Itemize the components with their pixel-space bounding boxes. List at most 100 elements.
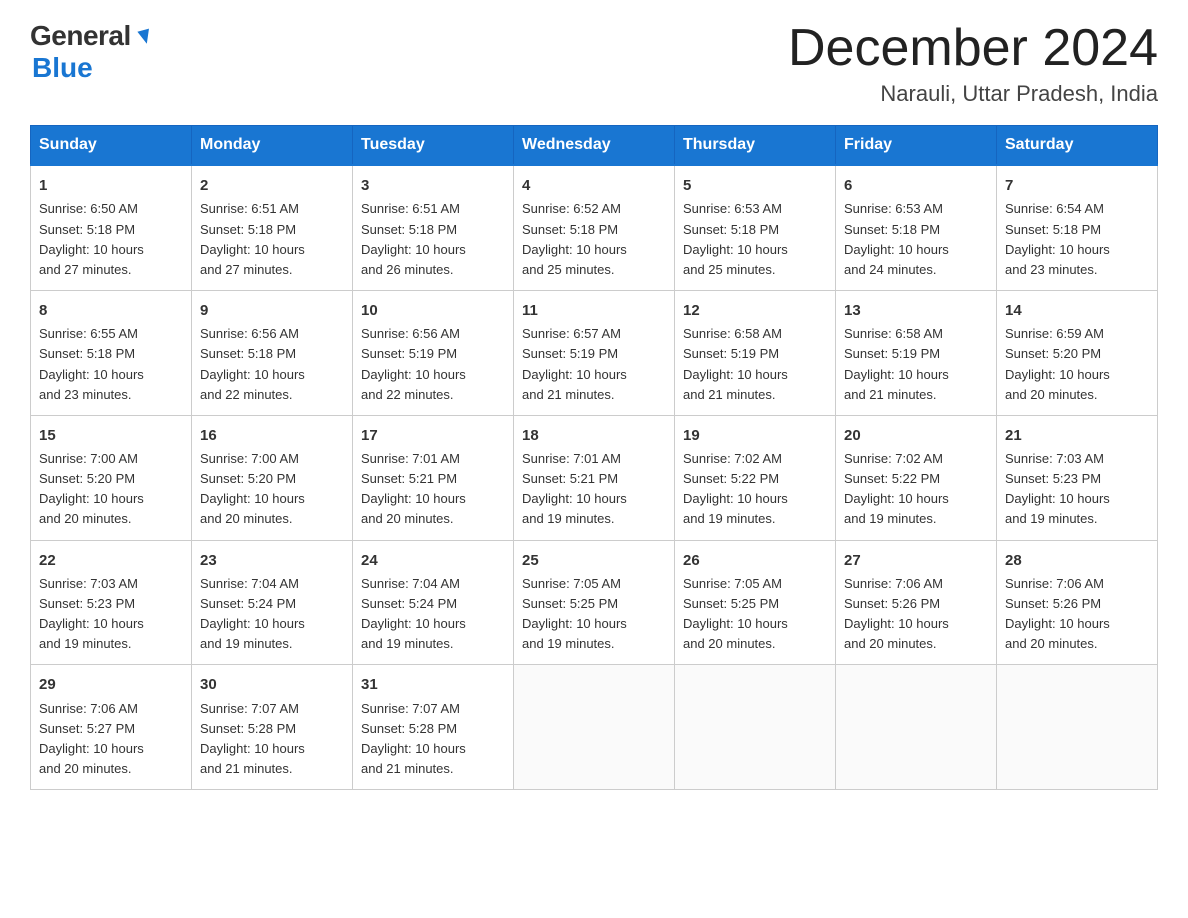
logo-triangle-icon [133,26,155,48]
daylight-minutes: and 20 minutes. [844,636,937,651]
col-wednesday: Wednesday [514,126,675,166]
day-number: 21 [1005,424,1149,447]
calendar-cell: 24 Sunrise: 7:04 AM Sunset: 5:24 PM Dayl… [353,540,514,665]
calendar-week-row: 8 Sunrise: 6:55 AM Sunset: 5:18 PM Dayli… [31,291,1158,416]
sunrise-label: Sunrise: 7:04 AM [361,576,460,591]
sunrise-label: Sunrise: 6:55 AM [39,326,138,341]
sunset-label: Sunset: 5:21 PM [522,471,618,486]
daylight-label: Daylight: 10 hours [522,367,627,382]
daylight-minutes: and 20 minutes. [39,761,132,776]
calendar-week-row: 29 Sunrise: 7:06 AM Sunset: 5:27 PM Dayl… [31,665,1158,790]
calendar-cell: 22 Sunrise: 7:03 AM Sunset: 5:23 PM Dayl… [31,540,192,665]
daylight-minutes: and 19 minutes. [844,511,937,526]
day-number: 2 [200,174,344,197]
col-saturday: Saturday [997,126,1158,166]
sunrise-label: Sunrise: 7:07 AM [200,701,299,716]
calendar-cell: 30 Sunrise: 7:07 AM Sunset: 5:28 PM Dayl… [192,665,353,790]
sunrise-label: Sunrise: 7:05 AM [522,576,621,591]
calendar-cell: 26 Sunrise: 7:05 AM Sunset: 5:25 PM Dayl… [675,540,836,665]
daylight-minutes: and 20 minutes. [361,511,454,526]
sunrise-label: Sunrise: 7:03 AM [1005,451,1104,466]
daylight-minutes: and 20 minutes. [39,511,132,526]
calendar-cell [675,665,836,790]
col-monday: Monday [192,126,353,166]
daylight-label: Daylight: 10 hours [39,242,144,257]
daylight-label: Daylight: 10 hours [361,616,466,631]
daylight-label: Daylight: 10 hours [1005,616,1110,631]
sunset-label: Sunset: 5:18 PM [361,222,457,237]
month-title: December 2024 [788,20,1158,77]
sunset-label: Sunset: 5:28 PM [361,721,457,736]
daylight-label: Daylight: 10 hours [361,242,466,257]
daylight-label: Daylight: 10 hours [522,491,627,506]
day-number: 22 [39,549,183,572]
sunset-label: Sunset: 5:20 PM [1005,346,1101,361]
sunrise-label: Sunrise: 7:00 AM [39,451,138,466]
calendar-cell: 14 Sunrise: 6:59 AM Sunset: 5:20 PM Dayl… [997,291,1158,416]
daylight-label: Daylight: 10 hours [361,491,466,506]
calendar-cell: 31 Sunrise: 7:07 AM Sunset: 5:28 PM Dayl… [353,665,514,790]
sunrise-label: Sunrise: 6:51 AM [361,201,460,216]
sunset-label: Sunset: 5:24 PM [200,596,296,611]
sunrise-label: Sunrise: 7:00 AM [200,451,299,466]
page-header: General Blue December 2024 Narauli, Utta… [30,20,1158,107]
calendar-cell: 25 Sunrise: 7:05 AM Sunset: 5:25 PM Dayl… [514,540,675,665]
day-number: 18 [522,424,666,447]
day-number: 12 [683,299,827,322]
daylight-label: Daylight: 10 hours [683,242,788,257]
daylight-minutes: and 20 minutes. [683,636,776,651]
day-number: 8 [39,299,183,322]
daylight-minutes: and 21 minutes. [361,761,454,776]
daylight-label: Daylight: 10 hours [39,367,144,382]
sunset-label: Sunset: 5:24 PM [361,596,457,611]
calendar-cell: 5 Sunrise: 6:53 AM Sunset: 5:18 PM Dayli… [675,165,836,290]
calendar-cell [997,665,1158,790]
col-friday: Friday [836,126,997,166]
day-number: 1 [39,174,183,197]
calendar-cell: 29 Sunrise: 7:06 AM Sunset: 5:27 PM Dayl… [31,665,192,790]
calendar-cell: 9 Sunrise: 6:56 AM Sunset: 5:18 PM Dayli… [192,291,353,416]
day-number: 31 [361,673,505,696]
daylight-minutes: and 21 minutes. [522,387,615,402]
calendar-table: Sunday Monday Tuesday Wednesday Thursday… [30,125,1158,790]
day-number: 24 [361,549,505,572]
sunset-label: Sunset: 5:19 PM [844,346,940,361]
calendar-cell: 15 Sunrise: 7:00 AM Sunset: 5:20 PM Dayl… [31,415,192,540]
sunrise-label: Sunrise: 7:03 AM [39,576,138,591]
daylight-label: Daylight: 10 hours [844,616,949,631]
col-tuesday: Tuesday [353,126,514,166]
sunrise-label: Sunrise: 6:57 AM [522,326,621,341]
daylight-label: Daylight: 10 hours [361,367,466,382]
daylight-minutes: and 20 minutes. [1005,387,1098,402]
day-number: 10 [361,299,505,322]
calendar-cell: 1 Sunrise: 6:50 AM Sunset: 5:18 PM Dayli… [31,165,192,290]
calendar-cell: 28 Sunrise: 7:06 AM Sunset: 5:26 PM Dayl… [997,540,1158,665]
sunset-label: Sunset: 5:19 PM [361,346,457,361]
calendar-cell: 27 Sunrise: 7:06 AM Sunset: 5:26 PM Dayl… [836,540,997,665]
daylight-minutes: and 20 minutes. [200,511,293,526]
day-number: 11 [522,299,666,322]
calendar-cell: 13 Sunrise: 6:58 AM Sunset: 5:19 PM Dayl… [836,291,997,416]
daylight-minutes: and 19 minutes. [683,511,776,526]
sunrise-label: Sunrise: 7:01 AM [522,451,621,466]
sunset-label: Sunset: 5:20 PM [39,471,135,486]
calendar-cell: 21 Sunrise: 7:03 AM Sunset: 5:23 PM Dayl… [997,415,1158,540]
day-number: 15 [39,424,183,447]
day-number: 26 [683,549,827,572]
sunrise-label: Sunrise: 6:52 AM [522,201,621,216]
col-thursday: Thursday [675,126,836,166]
day-number: 4 [522,174,666,197]
daylight-minutes: and 23 minutes. [39,387,132,402]
calendar-cell: 10 Sunrise: 6:56 AM Sunset: 5:19 PM Dayl… [353,291,514,416]
sunrise-label: Sunrise: 6:51 AM [200,201,299,216]
sunset-label: Sunset: 5:28 PM [200,721,296,736]
sunrise-label: Sunrise: 6:56 AM [200,326,299,341]
calendar-cell: 23 Sunrise: 7:04 AM Sunset: 5:24 PM Dayl… [192,540,353,665]
daylight-minutes: and 20 minutes. [1005,636,1098,651]
sunset-label: Sunset: 5:23 PM [1005,471,1101,486]
sunset-label: Sunset: 5:18 PM [522,222,618,237]
logo: General Blue [30,20,155,84]
daylight-minutes: and 22 minutes. [200,387,293,402]
daylight-label: Daylight: 10 hours [844,491,949,506]
sunset-label: Sunset: 5:18 PM [39,346,135,361]
